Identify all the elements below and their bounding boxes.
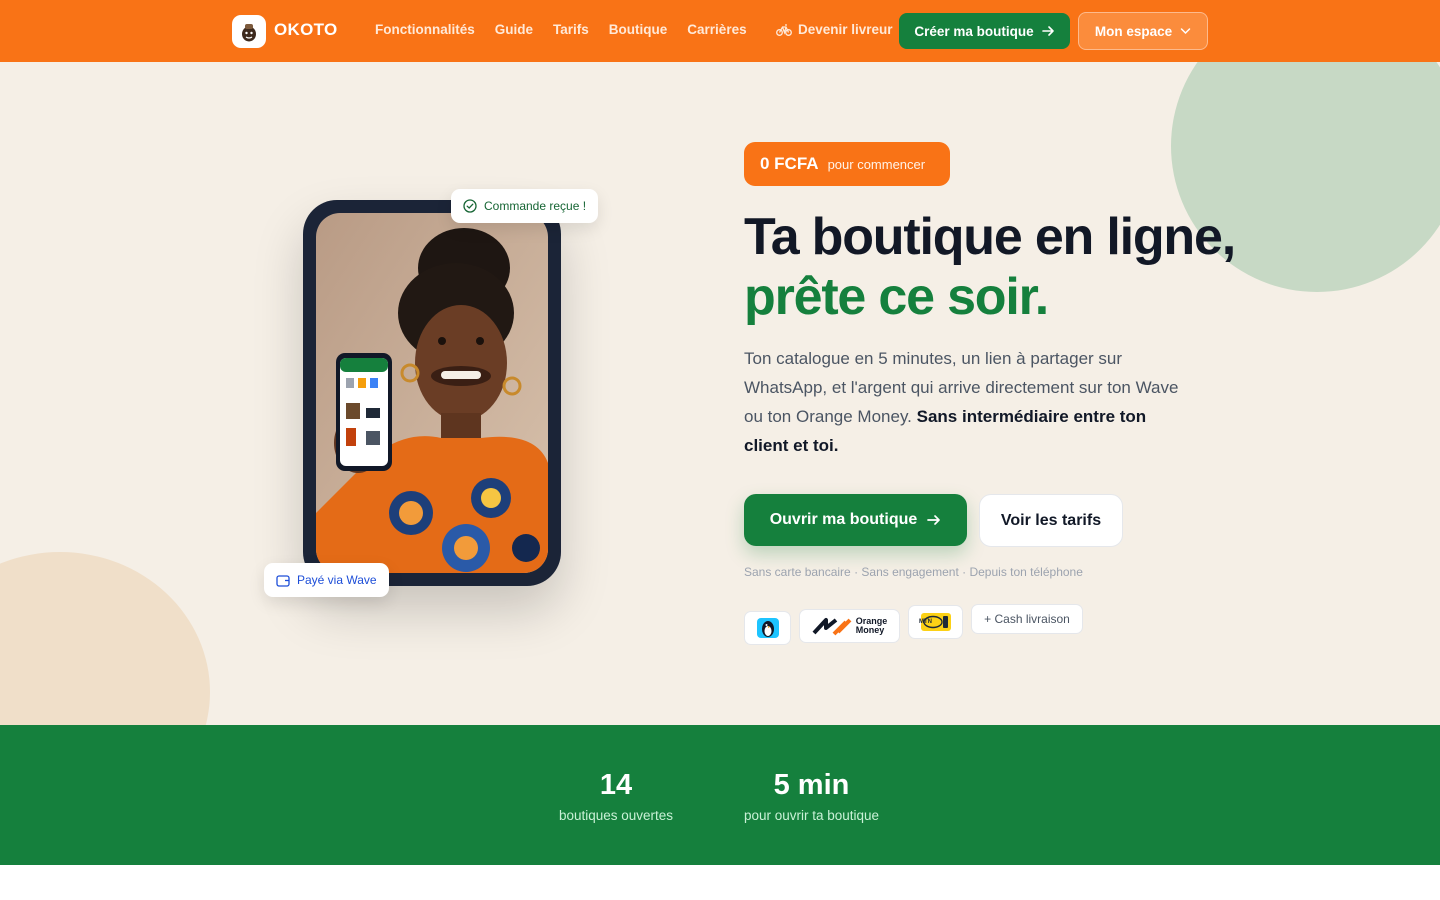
cash-on-delivery-option: + Cash livraison (971, 604, 1083, 634)
my-space-dropdown[interactable]: Mon espace (1078, 12, 1208, 50)
stat-shops-value: 14 (599, 769, 633, 801)
price-suffix: pour commencer (827, 156, 926, 172)
nav-link-shop[interactable]: Boutique (609, 22, 668, 37)
stat-time-value: 5 min (773, 769, 850, 801)
store-logo-icon[interactable] (232, 15, 266, 48)
mtn-momo-payment-logo: MTN (908, 605, 963, 639)
my-space-label: Mon espace (1094, 23, 1173, 39)
open-shop-label: Ouvrir ma boutique (769, 511, 918, 528)
price-badge: 0 FCFA pour commencer (744, 142, 950, 186)
orange-money-wordmark: Orange Money (856, 617, 888, 635)
view-pricing-button[interactable]: Voir les tarifs (979, 494, 1123, 547)
paid-via-wave-text: Payé via Wave (297, 573, 377, 587)
orange-money-word2: Money (855, 625, 885, 635)
create-shop-button[interactable]: Créer ma boutique (899, 13, 1070, 49)
arrow-right-icon (1041, 26, 1054, 36)
stat-shops-label: boutiques ouvertes (558, 808, 674, 823)
nav-link-guide[interactable]: Guide (495, 22, 533, 37)
wave-payment-logo (744, 611, 791, 645)
orange-money-logo-icon (812, 618, 852, 636)
stat-setup-time: 5 min pour ouvrir ta boutique (735, 768, 888, 823)
phone-mockup (303, 200, 561, 586)
price-value: 0 FCFA (760, 154, 819, 173)
bicycle-icon (776, 23, 792, 36)
nav-link-pricing[interactable]: Tarifs (553, 22, 589, 37)
chevron-down-icon (1180, 28, 1191, 35)
arrow-right-icon (927, 515, 941, 525)
open-shop-button[interactable]: Ouvrir ma boutique (744, 494, 967, 546)
decorative-blob-peach (0, 552, 210, 725)
nav-link-careers[interactable]: Carrières (687, 22, 746, 37)
become-courier-link[interactable]: Devenir livreur (776, 22, 893, 37)
order-received-text: Commande reçue ! (484, 199, 587, 213)
stats-band: 14 boutiques ouvertes 5 min pour ouvrir … (0, 725, 1440, 865)
check-circle-icon (463, 199, 477, 213)
top-navigation-bar: OKOTO Fonctionnalités Guide Tarifs Bouti… (0, 0, 1440, 62)
stat-shops-opened: 14 boutiques ouvertes (550, 768, 682, 823)
order-received-toast: Commande reçue ! (451, 189, 599, 223)
create-shop-label: Créer ma boutique (914, 23, 1034, 39)
main-nav: Fonctionnalités Guide Tarifs Boutique Ca… (375, 22, 747, 37)
hero-title: Ta boutique en ligne, prête ce soir. (744, 207, 1236, 327)
wave-penguin-icon (756, 618, 779, 638)
paid-via-wave-toast: Payé via Wave (264, 563, 389, 597)
stat-time-label: pour ouvrir ta boutique (743, 808, 880, 823)
orange-money-payment-logo: Orange Money (799, 609, 900, 643)
wallet-icon (276, 574, 290, 587)
become-courier-label: Devenir livreur (798, 22, 893, 37)
hero-title-line1: Ta boutique en ligne, (744, 208, 1236, 266)
hero-fine-print: Sans carte bancaire · Sans engagement · … (744, 565, 1083, 579)
hero-section: Commande reçue ! Payé via Wave 0 FCFA po… (0, 62, 1440, 725)
hero-description: Ton catalogue en 5 minutes, un lien à pa… (744, 344, 1194, 460)
mtn-wordmark: MTN (919, 619, 932, 625)
brand-name[interactable]: OKOTO (274, 20, 338, 40)
nav-link-features[interactable]: Fonctionnalités (375, 22, 475, 37)
hero-photo (316, 213, 548, 573)
hero-title-line2: prête ce soir. (744, 268, 1049, 326)
